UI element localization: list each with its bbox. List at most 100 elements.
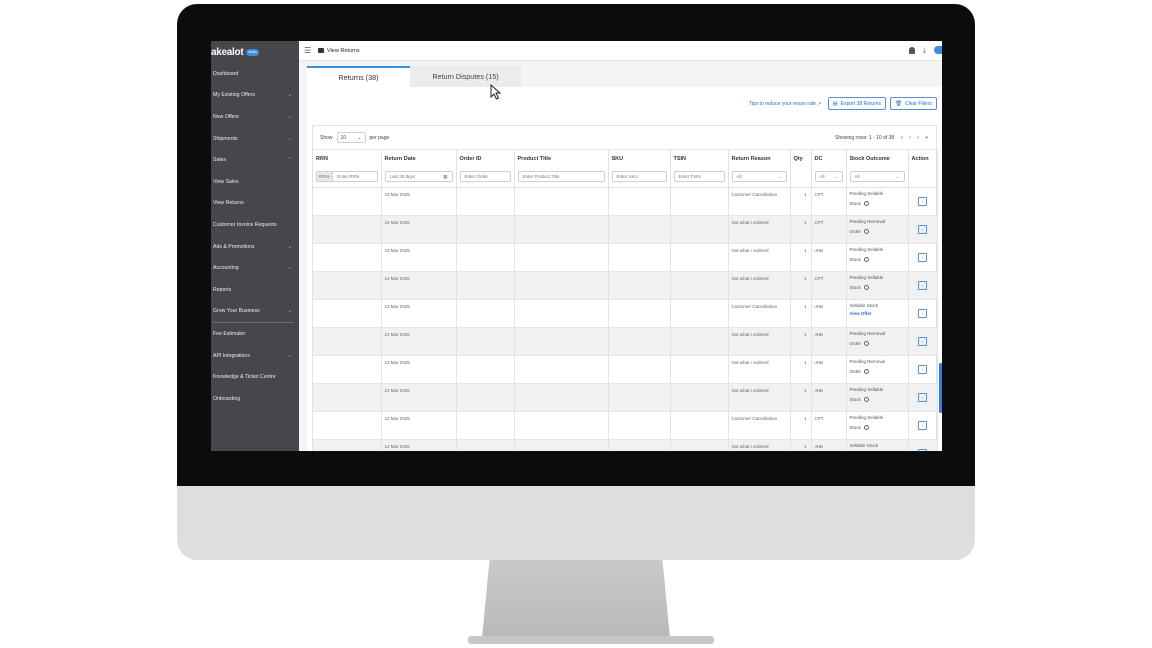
col-product-title[interactable]: Product Title	[514, 150, 609, 167]
product-title-cell	[514, 383, 609, 412]
sidebar-item[interactable]: New Offers ⌄	[211, 106, 299, 128]
tab-return-disputes[interactable]: Return Disputes (15)	[410, 66, 521, 87]
sidebar-item[interactable]: Onboarding	[211, 388, 299, 410]
next-page-icon[interactable]: ›	[917, 135, 919, 141]
col-return-reason[interactable]: Return Reason	[728, 150, 791, 167]
info-icon[interactable]	[864, 340, 870, 346]
sidebar-item[interactable]: Grow Your Business ⌄	[211, 301, 299, 323]
col-order-id[interactable]: Order ID	[456, 150, 515, 167]
dc-filter[interactable]: All ⌄	[814, 171, 843, 183]
info-icon[interactable]	[864, 368, 870, 374]
info-icon[interactable]	[864, 228, 870, 234]
table-row[interactable]: 15 Mar 2025 Not what I ordered 1 JHB Pending…	[313, 243, 938, 272]
col-rrn[interactable]: RRN	[313, 150, 382, 167]
sidebar-item[interactable]: Knowledge & Ticket Centre	[211, 366, 299, 388]
table-row[interactable]: 14 Mar 2025 Not what I ordered 1 CPT Pending…	[313, 271, 938, 300]
row-action-button[interactable]: ›	[918, 280, 927, 290]
sidebar-item[interactable]: Dashboard	[211, 63, 299, 85]
sku-filter[interactable]: Enter SKU	[611, 171, 667, 183]
sku-cell	[608, 355, 671, 384]
dc-cell: JHB	[811, 299, 847, 328]
rrn-filter[interactable]: RRN- Enter RRN	[316, 171, 378, 183]
table-row[interactable]: 13 Mar 2025 Not what I ordered 1 JHB Pending…	[313, 355, 938, 384]
row-action-button[interactable]: ›	[918, 308, 927, 318]
order-id-cell	[456, 187, 515, 216]
bell-icon[interactable]	[908, 46, 915, 54]
tips-link[interactable]: Tips to reduce your return rate ↗	[749, 101, 822, 107]
col-sku[interactable]: SKU	[608, 150, 671, 167]
sidebar-item[interactable]: API Integrations ⌄	[211, 345, 299, 367]
last-page-icon[interactable]: »	[925, 135, 928, 141]
table-row[interactable]: 13 Mar 2025 Customer Cancellation 1 JHB Sell…	[313, 299, 938, 328]
info-icon[interactable]	[863, 424, 869, 430]
table-row[interactable]: 12 Mar 2025 Not what I ordered 1 JHB Sellabl…	[313, 439, 938, 451]
table-row[interactable]: 12 Mar 2025 Customer Cancellation 1 CPT Pend…	[313, 411, 938, 440]
sidebar-item[interactable]: View Sales	[211, 171, 299, 193]
info-icon[interactable]	[863, 256, 869, 262]
sidebar-item[interactable]: Reports	[211, 279, 299, 301]
first-page-icon[interactable]: «	[900, 135, 903, 141]
menu-icon[interactable]: ☰	[304, 46, 314, 55]
sidebar-item[interactable]: Fee Estimator	[211, 323, 299, 345]
col-stock-outcome[interactable]: Stock Outcome	[846, 150, 909, 167]
outcome-line: Stock	[849, 424, 861, 430]
sidebar-item[interactable]: My Existing Offers ⌄	[211, 85, 299, 107]
table-row[interactable]: 13 Mar 2025 Not what I ordered 1 JHB Pending…	[313, 327, 938, 356]
tsin-cell	[670, 299, 729, 328]
sku-cell	[608, 411, 671, 440]
date-filter[interactable]: Last 30 days ▦	[384, 171, 453, 183]
table-row[interactable]: 15 Mar 2025 Customer Cancellation 1 CPT Pend…	[313, 187, 938, 216]
info-icon[interactable]	[863, 284, 869, 290]
col-dc[interactable]: DC	[811, 150, 847, 167]
sidebar-item-label: Customer Invoice Requests	[213, 221, 277, 228]
return-reason-cell: Not what I ordered	[728, 215, 791, 244]
avatar[interactable]	[934, 46, 942, 54]
return-reason-cell: Not what I ordered	[728, 355, 791, 384]
table-controls: Show 10 ⌄ per page Showing rows: 1 - 10 …	[313, 126, 936, 150]
row-action-button[interactable]: ›	[918, 252, 927, 262]
topbar: ☰ View Returns ⤓	[299, 41, 942, 61]
sidebar-item[interactable]: Customer Invoice Requests	[211, 214, 299, 236]
row-action-button[interactable]: ›	[918, 336, 927, 346]
order-id-cell	[456, 215, 515, 244]
logo[interactable]: akealot seller	[211, 46, 259, 58]
row-action-button[interactable]: ›	[918, 364, 927, 374]
header-row: RRN Return Date Order ID Product Title S…	[313, 150, 938, 167]
info-icon[interactable]	[863, 396, 869, 402]
row-action-button[interactable]: ›	[918, 420, 927, 430]
col-tsin[interactable]: TSIN	[670, 150, 729, 167]
order-id-cell	[456, 243, 515, 272]
export-button[interactable]: ▤ Export 38 Returns	[827, 97, 887, 110]
sidebar-item[interactable]: Sales ⌃	[211, 149, 299, 171]
scrollbar[interactable]	[939, 363, 942, 413]
outcome-filter[interactable]: All ⌄	[849, 171, 905, 183]
sidebar-item[interactable]: View Returns	[211, 193, 299, 215]
row-action-button[interactable]: ›	[918, 448, 927, 451]
col-return-date[interactable]: Return Date	[381, 150, 457, 167]
sidebar-item[interactable]: Shipments ⌄	[211, 128, 299, 150]
product-title-filter[interactable]: Enter Product Title	[517, 171, 605, 183]
row-action-button[interactable]: ›	[918, 196, 927, 206]
download-icon[interactable]: ⤓	[923, 47, 926, 54]
tsin-filter[interactable]: Enter TSIN	[673, 171, 725, 183]
view-offer-link[interactable]: View Offer	[850, 311, 905, 317]
return-date-cell: 13 Mar 2025	[381, 299, 457, 328]
row-action-button[interactable]: ›	[918, 392, 927, 402]
sidebar-item-label: View Returns	[213, 200, 244, 207]
prev-page-icon[interactable]: ‹	[909, 135, 911, 141]
table-row[interactable]: 13 Mar 2025 Not what I ordered 1 JHB Pending…	[313, 383, 938, 412]
sidebar-item[interactable]: Accounting ⌄	[211, 257, 299, 279]
col-qty[interactable]: Qty	[790, 150, 812, 167]
order-filter[interactable]: Enter Order	[459, 171, 511, 183]
chevron-down-icon: ⌄	[895, 173, 900, 179]
clear-filters-button[interactable]: 🗑 Clear Filters	[890, 97, 937, 110]
reason-filter[interactable]: All ⌄	[731, 171, 787, 183]
action-cell: ›	[908, 271, 938, 300]
per-page-select[interactable]: 10 ⌄	[336, 132, 366, 143]
row-action-button[interactable]: ›	[918, 224, 927, 234]
tab-returns[interactable]: Returns (38)	[307, 66, 410, 87]
info-icon[interactable]	[863, 200, 869, 206]
outcome-line: Sellable Stock	[849, 442, 879, 448]
sidebar-item[interactable]: Ads & Promotions ⌄	[211, 236, 299, 258]
table-row[interactable]: 15 Mar 2025 Not what I ordered 1 CPT Pending…	[313, 215, 938, 244]
